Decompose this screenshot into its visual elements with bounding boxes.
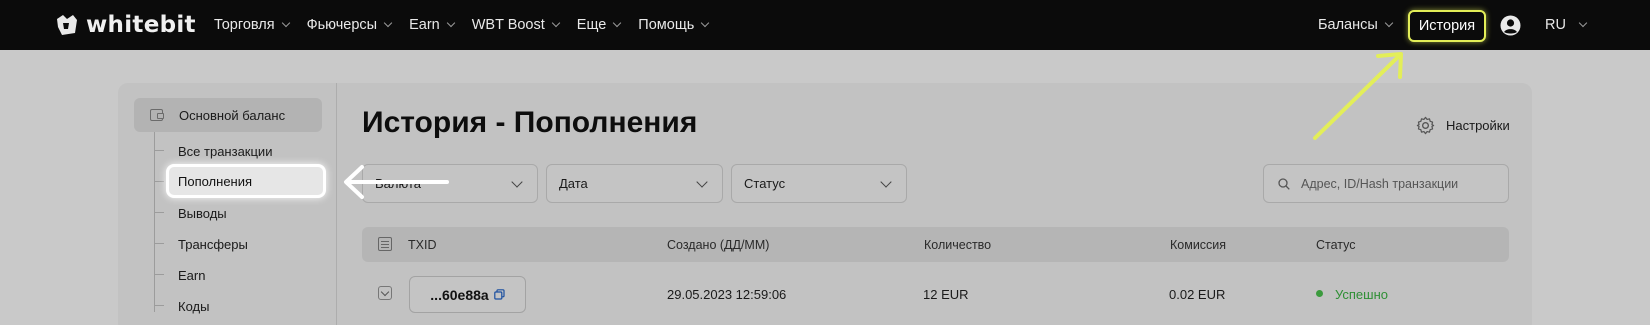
tree-tick (154, 212, 164, 213)
chevron-down-icon (701, 18, 710, 28)
chevron-down-icon (383, 18, 393, 28)
sidebar-item-withdrawals[interactable]: Выводы (178, 206, 227, 221)
amount-cell: 12 EUR (923, 287, 969, 302)
chevron-down-icon (696, 176, 708, 188)
search-icon (1278, 177, 1290, 190)
main-nav: Торговля Фьючерсы Earn WBT Boost Еще Пом… (214, 0, 726, 50)
nav-item-help[interactable]: Помощь (638, 17, 710, 33)
column-header-amount: Количество (924, 238, 992, 252)
chevron-down-icon (1384, 18, 1394, 28)
status-select-label: Статус (744, 176, 786, 191)
logo-icon (57, 15, 77, 35)
nav-item-futures[interactable]: Фьючерсы (306, 17, 393, 33)
currency-select-label: Валюта (375, 176, 421, 191)
tree-tick (154, 243, 164, 244)
sidebar-item-transfers[interactable]: Трансферы (178, 237, 248, 252)
tree-tick (154, 305, 164, 306)
history-button[interactable]: История (1408, 10, 1486, 42)
expand-row-icon[interactable] (378, 286, 392, 300)
chevron-down-icon (1578, 18, 1588, 28)
nav-label: Торговля (214, 17, 275, 33)
list-icon[interactable] (378, 237, 392, 251)
nav-label: Earn (409, 17, 440, 33)
status-select[interactable]: Статус (731, 164, 907, 203)
page-title: История - Пополнения (362, 106, 698, 139)
column-header-fee: Комиссия (1170, 238, 1227, 252)
top-nav-bar: whitebit Торговля Фьючерсы Earn WBT Boos… (0, 0, 1650, 50)
copy-icon[interactable] (493, 289, 505, 300)
fee-cell: 0.02 EUR (1169, 287, 1226, 302)
nav-label: Помощь (638, 17, 695, 33)
column-header-created: Создано (ДД/ММ) (667, 238, 770, 252)
sidebar-item-earn[interactable]: Earn (178, 268, 205, 283)
sidebar-divider (336, 83, 337, 325)
nav-label: WBT Boost (471, 17, 545, 33)
txid-chip[interactable]: ...60e88a (409, 276, 526, 313)
chevron-down-icon (446, 18, 455, 28)
search-placeholder: Адрес, ID/Hash транзакции (1301, 176, 1459, 191)
search-input[interactable]: Адрес, ID/Hash транзакции (1263, 164, 1509, 203)
created-cell: 29.05.2023 12:59:06 (667, 287, 787, 302)
chevron-down-icon (613, 18, 622, 28)
language-label: RU (1545, 17, 1566, 33)
sidebar-item-codes[interactable]: Коды (178, 299, 209, 314)
tree-tick (154, 150, 164, 151)
main-balance-label: Основной баланс (179, 107, 286, 123)
history-panel (118, 83, 1532, 325)
settings-button[interactable]: Настройки (1416, 116, 1510, 135)
balances-label: Балансы (1318, 17, 1378, 33)
chevron-down-icon (880, 176, 892, 188)
nav-label: Фьючерсы (306, 17, 378, 33)
date-select[interactable]: Дата (546, 164, 723, 203)
nav-label: Еще (576, 17, 607, 33)
nav-item-more[interactable]: Еще (576, 17, 622, 33)
nav-item-wbt-boost[interactable]: WBT Boost (471, 17, 561, 33)
brand-name: whitebit (86, 12, 196, 38)
sidebar-item-all-transactions[interactable]: Все транзакции (178, 144, 272, 159)
column-header-txid: TXID (408, 238, 437, 252)
nav-item-earn[interactable]: Earn (409, 17, 455, 33)
chevron-down-icon (551, 18, 561, 28)
user-icon[interactable] (1500, 15, 1521, 36)
chevron-down-icon (511, 176, 523, 188)
tree-tick (154, 181, 164, 182)
status-cell: Успешно (1335, 287, 1388, 302)
txid-value: ...60e88a (430, 286, 489, 303)
sidebar-item-deposits[interactable]: Пополнения (166, 164, 326, 198)
brand-logo[interactable]: whitebit (54, 12, 196, 38)
tree-tick (154, 274, 164, 275)
settings-label: Настройки (1446, 118, 1510, 133)
currency-select[interactable]: Валюта (362, 164, 538, 203)
tree-line (154, 132, 155, 312)
table-header: TXID Создано (ДД/ММ) Количество Комиссия… (362, 227, 1509, 262)
language-selector[interactable]: RU (1545, 17, 1588, 33)
column-header-status: Статус (1316, 238, 1356, 252)
date-select-label: Дата (559, 176, 588, 191)
nav-item-trading[interactable]: Торговля (214, 17, 290, 33)
balances-menu[interactable]: Балансы (1318, 17, 1394, 33)
wallet-icon (150, 109, 164, 121)
gear-icon (1416, 116, 1435, 135)
chevron-down-icon (281, 18, 290, 28)
status-success-dot (1316, 290, 1323, 297)
main-balance-item[interactable]: Основной баланс (134, 98, 322, 132)
